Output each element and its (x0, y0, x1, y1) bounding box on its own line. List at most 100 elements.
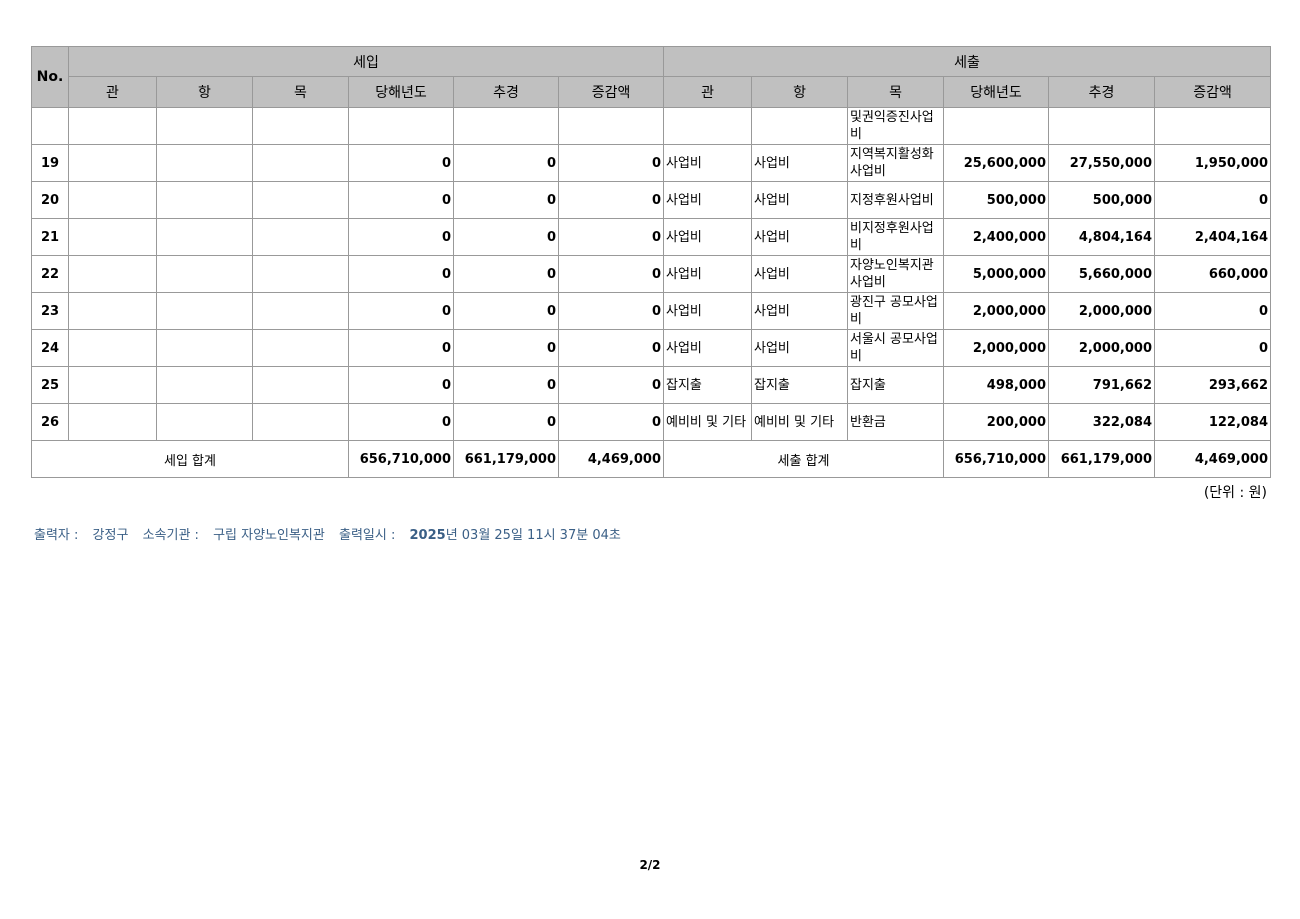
cell-in-mok (252, 403, 349, 441)
cell-in-sup: 0 (453, 292, 559, 330)
cell-in-diff (557, 107, 665, 145)
cell-ex-diff: 0 (1154, 181, 1272, 219)
table-row: 23 0 0 0 사업비 사업비 광진구 공모사업비 2,000,000 2,000,000 0 (31, 292, 1272, 330)
cell-no: 23 (31, 292, 69, 330)
cell-ex-cur: 500,000 (943, 181, 1050, 219)
cell-in-hang (156, 218, 253, 256)
table-row: 21 0 0 0 사업비 사업비 비지정후원사업비 2,400,000 4,804,164 2,4… (31, 218, 1272, 256)
cell-in-diff: 0 (557, 144, 665, 182)
print-info: 출력자 : 강정구 소속기관 : 구립 자양노인복지관 출력일시 : 2025년… (34, 524, 631, 543)
cell-in-diff: 0 (557, 255, 665, 293)
org-name: 구립 자양노인복지관 (213, 528, 325, 543)
header-expense-col: 항 (751, 76, 849, 108)
cell-no: 22 (31, 255, 69, 293)
cell-ex-diff: 660,000 (1154, 255, 1272, 293)
totals-row: 세입 합계 656,710,000 661,179,000 4,469,000 세출 합… (31, 440, 1272, 478)
cell-in-sup: 0 (453, 403, 559, 441)
cell-in-gwan (68, 144, 157, 182)
header-expense-col: 목 (847, 76, 945, 108)
cell-in-cur: 0 (348, 218, 454, 256)
cell-in-diff: 0 (557, 403, 665, 441)
cell-in-gwan (68, 255, 157, 293)
total-ex-diff: 4,469,000 (1154, 440, 1272, 478)
cell-ex-cur: 2,000,000 (943, 329, 1050, 367)
table-row: 19 0 0 0 사업비 사업비 지역복지활성화사업비 25,600,000 27,550,00… (31, 144, 1272, 182)
cell-ex-sup (1048, 107, 1156, 145)
cell-in-cur (348, 107, 454, 145)
cell-in-diff: 0 (557, 292, 665, 330)
cell-ex-diff: 1,950,000 (1154, 144, 1272, 182)
cell-ex-sup: 322,084 (1048, 403, 1156, 441)
cell-in-cur: 0 (348, 181, 454, 219)
cell-ex-mok: 잡지출 (847, 366, 945, 404)
cell-ex-sup: 27,550,000 (1048, 144, 1156, 182)
cell-ex-mok: 자양노인복지관사업비 (847, 255, 945, 293)
cell-ex-mok: 지역복지활성화사업비 (847, 144, 945, 182)
cell-in-sup: 0 (453, 329, 559, 367)
cell-in-hang (156, 292, 253, 330)
cell-in-hang (156, 144, 253, 182)
cell-in-hang (156, 329, 253, 367)
cell-in-diff: 0 (557, 218, 665, 256)
cell-in-gwan (68, 403, 157, 441)
cell-ex-diff: 2,404,164 (1154, 218, 1272, 256)
header-expense: 세출 (663, 46, 1272, 77)
cell-in-hang (156, 255, 253, 293)
cell-ex-cur: 5,000,000 (943, 255, 1050, 293)
table-row: 24 0 0 0 사업비 사업비 서울시 공모사업비 2,000,000 2,000,000 0 (31, 329, 1272, 367)
table-row: 25 0 0 0 잡지출 잡지출 잡지출 498,000 791,662 293,662 (31, 366, 1272, 404)
page-number: 2/2 (639, 858, 661, 872)
cell-in-gwan (68, 181, 157, 219)
total-in-cur: 656,710,000 (348, 440, 454, 478)
cell-ex-diff: 0 (1154, 329, 1272, 367)
print-year: 2025 (409, 528, 446, 543)
cell-ex-gwan: 사업비 (663, 329, 753, 367)
cell-ex-gwan: 사업비 (663, 218, 753, 256)
cell-in-sup: 0 (453, 255, 559, 293)
header-expense-col: 당해년도 (943, 76, 1050, 108)
cell-in-mok (252, 181, 349, 219)
cell-ex-diff: 0 (1154, 292, 1272, 330)
cell-no: 20 (31, 181, 69, 219)
cell-in-hang (156, 403, 253, 441)
table-row: 22 0 0 0 사업비 사업비 자양노인복지관사업비 5,000,000 5,660,000 6… (31, 255, 1272, 293)
cell-in-diff: 0 (557, 329, 665, 367)
cell-in-mok (252, 366, 349, 404)
cell-ex-cur (943, 107, 1050, 145)
cell-ex-hang: 사업비 (751, 255, 849, 293)
cell-in-sup: 0 (453, 144, 559, 182)
total-ex-sup: 661,179,000 (1048, 440, 1156, 478)
cell-ex-cur: 25,600,000 (943, 144, 1050, 182)
cell-ex-mok: 및권익증진사업비 (847, 107, 945, 145)
table-body: 및권익증진사업비 19 0 0 0 사업비 사업비 지역복지활성화사업비 25,600,000 2… (31, 107, 1272, 478)
cell-ex-hang: 사업비 (751, 218, 849, 256)
cell-in-mok (252, 292, 349, 330)
cell-in-mok (252, 329, 349, 367)
cell-ex-gwan: 사업비 (663, 292, 753, 330)
cell-ex-sup: 791,662 (1048, 366, 1156, 404)
header-income-col: 증감액 (557, 76, 665, 108)
cell-ex-sup: 5,660,000 (1048, 255, 1156, 293)
cell-in-mok (252, 144, 349, 182)
cell-in-sup: 0 (453, 181, 559, 219)
cell-ex-sup: 500,000 (1048, 181, 1156, 219)
cell-no (31, 107, 69, 145)
org-label: 소속기관 : (142, 528, 199, 543)
unit-label: (단위 : 원) (1203, 485, 1267, 501)
cell-no: 24 (31, 329, 69, 367)
header-no: No. (31, 46, 69, 108)
cell-ex-cur: 2,000,000 (943, 292, 1050, 330)
time-label: 출력일시 : (339, 528, 396, 543)
cell-ex-sup: 2,000,000 (1048, 292, 1156, 330)
header-expense-col: 추경 (1048, 76, 1156, 108)
cell-in-cur: 0 (348, 255, 454, 293)
cell-ex-hang: 사업비 (751, 144, 849, 182)
cell-ex-cur: 200,000 (943, 403, 1050, 441)
cell-ex-diff: 293,662 (1154, 366, 1272, 404)
cell-in-hang (156, 107, 253, 145)
total-in-sup: 661,179,000 (453, 440, 559, 478)
cell-in-cur: 0 (348, 366, 454, 404)
cell-in-gwan (68, 329, 157, 367)
header-income-col: 항 (156, 76, 253, 108)
header-expense-col: 관 (663, 76, 753, 108)
